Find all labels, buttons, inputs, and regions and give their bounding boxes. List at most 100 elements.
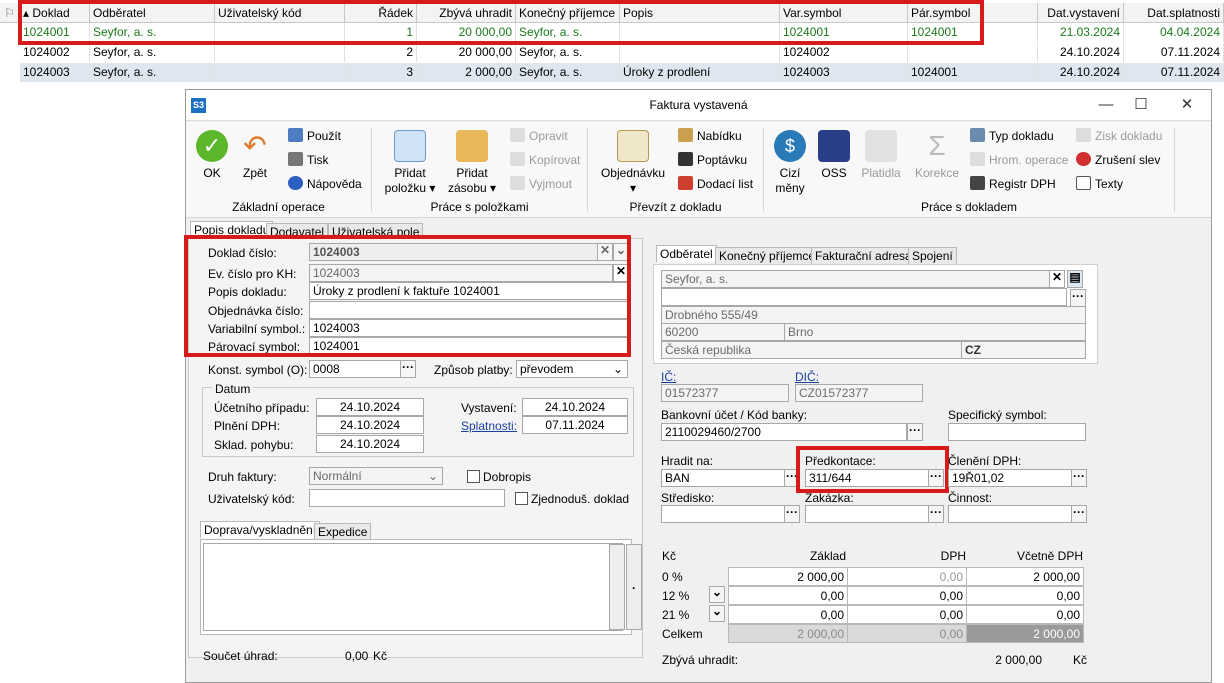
- tab-odberatel[interactable]: Odběratel: [656, 245, 717, 262]
- typ-dokladu-button[interactable]: Typ dokladu: [970, 126, 1054, 146]
- tab-konecny-prijemce[interactable]: Konečný příjemce: [715, 247, 820, 264]
- konst-symbol-field[interactable]: 0008: [309, 360, 401, 378]
- tab-popis-dokladu[interactable]: Popis dokladu: [190, 221, 274, 238]
- doklad-cislo-field[interactable]: 1024003: [309, 243, 599, 261]
- cleneni-field[interactable]: 19Ř01,02: [948, 469, 1072, 487]
- maximize-button[interactable]: ☐: [1126, 94, 1156, 116]
- zruseni-slev-button[interactable]: Zrušení slev: [1076, 150, 1160, 170]
- clear-ev-icon[interactable]: ✕: [613, 264, 629, 282]
- vat-dph-cell[interactable]: 0,00: [847, 586, 967, 605]
- col-header-doklad[interactable]: ▴ Doklad: [20, 3, 90, 23]
- vyjmout-button[interactable]: Vyjmout: [510, 174, 572, 194]
- oss-button[interactable]: OSS: [814, 130, 854, 181]
- vat-rate-dropdown[interactable]: ⌄: [709, 605, 725, 622]
- banka-lookup-button[interactable]: ···: [907, 423, 923, 441]
- tab-expedice[interactable]: Expedice: [314, 523, 372, 540]
- col-header-var-symbol[interactable]: Var.symbol: [780, 3, 908, 23]
- sklad-field[interactable]: 24.10.2024: [316, 435, 424, 453]
- odberatel-line2-field[interactable]: [661, 288, 1067, 306]
- vat-vcetne-cell[interactable]: 0,00: [966, 586, 1084, 605]
- banka-field[interactable]: 2110029460/2700: [661, 423, 907, 441]
- hrom-operace-button[interactable]: Hrom. operace: [970, 150, 1068, 170]
- psc-field[interactable]: 60200: [661, 323, 785, 341]
- cleneni-lookup-button[interactable]: ···: [1071, 469, 1087, 487]
- zakazka-field[interactable]: [805, 505, 929, 523]
- splatnost-field[interactable]: 07.11.2024: [522, 416, 628, 434]
- dobropis-checkbox[interactable]: [467, 470, 480, 483]
- var-symbol-field[interactable]: 1024003: [309, 319, 629, 337]
- zpusob-platby-select[interactable]: převodem ⌄: [516, 360, 628, 378]
- vat-vcetne-cell[interactable]: 2 000,00: [966, 567, 1084, 586]
- close-button[interactable]: ✕: [1172, 94, 1202, 116]
- cinnost-lookup-button[interactable]: ···: [1071, 505, 1087, 523]
- vat-vcetne-cell[interactable]: 0,00: [966, 605, 1084, 624]
- col-header-odberatel[interactable]: Odběratel: [90, 3, 215, 23]
- zakazka-lookup-button[interactable]: ···: [928, 505, 944, 523]
- street-field[interactable]: Drobného 555/49: [661, 306, 1086, 324]
- registr-dph-button[interactable]: Registr DPH: [970, 174, 1056, 194]
- vat-zaklad-cell[interactable]: 2 000,00: [728, 567, 848, 586]
- splatnost-link[interactable]: Splatnosti:: [461, 418, 517, 434]
- country-field[interactable]: Česká republika: [661, 341, 962, 359]
- scrollbar-vertical[interactable]: [609, 544, 625, 630]
- dodaci-list-button[interactable]: Dodací list: [678, 174, 753, 194]
- doprava-textarea[interactable]: [203, 543, 623, 631]
- expand-handle[interactable]: ·: [626, 544, 642, 630]
- platidla-button[interactable]: Platidla: [858, 130, 904, 181]
- plneni-field[interactable]: 24.10.2024: [316, 416, 424, 434]
- spec-symbol-field[interactable]: [948, 423, 1086, 441]
- chevron-down-icon[interactable]: ⌄: [613, 243, 629, 261]
- opravit-button[interactable]: Opravit: [510, 126, 568, 146]
- ic-link[interactable]: IČ:: [661, 369, 676, 385]
- col-header-zbyva[interactable]: Zbývá uhradit: [417, 3, 516, 23]
- tab-fakturacni-adresa[interactable]: Fakturační adresa: [811, 247, 916, 264]
- col-header-dat-splatnosti[interactable]: Dat.splatnosti: [1124, 3, 1224, 23]
- city-field[interactable]: Brno: [784, 323, 1086, 341]
- col-header-prijemce[interactable]: Konečný příjemce: [516, 3, 620, 23]
- vat-dph-cell[interactable]: 0,00: [847, 605, 967, 624]
- objednavku-button[interactable]: Objednávku ▾: [596, 130, 670, 196]
- pridat-zasobu-button[interactable]: Přidat zásobu ▾: [444, 130, 500, 196]
- address-book-icon[interactable]: ▤: [1067, 270, 1083, 288]
- ic-field[interactable]: 01572377: [661, 384, 789, 402]
- korekce-button[interactable]: Σ Korekce: [912, 130, 962, 181]
- predkontace-lookup-button[interactable]: ···: [928, 469, 944, 487]
- hradit-lookup-button[interactable]: ···: [784, 469, 800, 487]
- vat-rate-dropdown[interactable]: ⌄: [709, 586, 725, 603]
- vat-zaklad-cell[interactable]: 0,00: [728, 586, 848, 605]
- odberatel-lookup-button[interactable]: ···: [1070, 289, 1086, 307]
- zpet-button[interactable]: ↶ Zpět: [236, 130, 274, 181]
- poptavku-button[interactable]: Poptávku: [678, 150, 747, 170]
- druh-faktury-select[interactable]: Normální ⌄: [309, 467, 443, 485]
- ucetniho-field[interactable]: 24.10.2024: [316, 398, 424, 416]
- col-header-par-symbol[interactable]: Pár.symbol: [908, 3, 1038, 23]
- dic-link[interactable]: DIČ:: [795, 369, 819, 385]
- zisk-dokladu-button[interactable]: Zisk dokladu: [1076, 126, 1162, 146]
- tisk-button[interactable]: Tisk: [288, 150, 329, 170]
- col-header-dat-vystaveni[interactable]: Dat.vystavení: [1038, 3, 1124, 23]
- cinnost-field[interactable]: [948, 505, 1072, 523]
- napoveda-button[interactable]: Nápověda: [288, 174, 362, 194]
- nabidku-button[interactable]: Nabídku: [678, 126, 742, 146]
- title-bar[interactable]: S3 Faktura vystavená — ☐ ✕: [186, 90, 1211, 121]
- popis-field[interactable]: Úroky z prodlení k faktuře 1024001: [309, 282, 629, 300]
- col-header-popis[interactable]: Popis: [620, 3, 780, 23]
- pouzit-button[interactable]: Použít: [288, 126, 341, 146]
- texty-button[interactable]: Texty: [1076, 174, 1123, 194]
- uzivatelsky-kod-field[interactable]: [309, 489, 505, 507]
- ev-cislo-field[interactable]: 1024003: [309, 264, 613, 282]
- dic-field[interactable]: CZ01572377: [795, 384, 923, 402]
- kopirovat-button[interactable]: Kopírovat: [510, 150, 580, 170]
- objednavka-field[interactable]: [309, 301, 629, 319]
- konst-lookup-button[interactable]: ···: [400, 360, 416, 378]
- hradit-na-field[interactable]: BAN: [661, 469, 785, 487]
- col-header-uzivatelsky-kod[interactable]: Uživatelský kód: [215, 3, 345, 23]
- par-symbol-field[interactable]: 1024001: [309, 337, 629, 355]
- predkontace-field[interactable]: 311/644: [805, 469, 929, 487]
- tab-spojeni[interactable]: Spojení: [908, 247, 957, 264]
- ok-button[interactable]: ✓ OK: [194, 130, 230, 181]
- clear-odberatel-icon[interactable]: ✕: [1049, 270, 1065, 288]
- grid-flag-header[interactable]: ⚐: [0, 3, 20, 23]
- vystaveni-field[interactable]: 24.10.2024: [522, 398, 628, 416]
- col-header-radek[interactable]: Řádek: [345, 3, 417, 23]
